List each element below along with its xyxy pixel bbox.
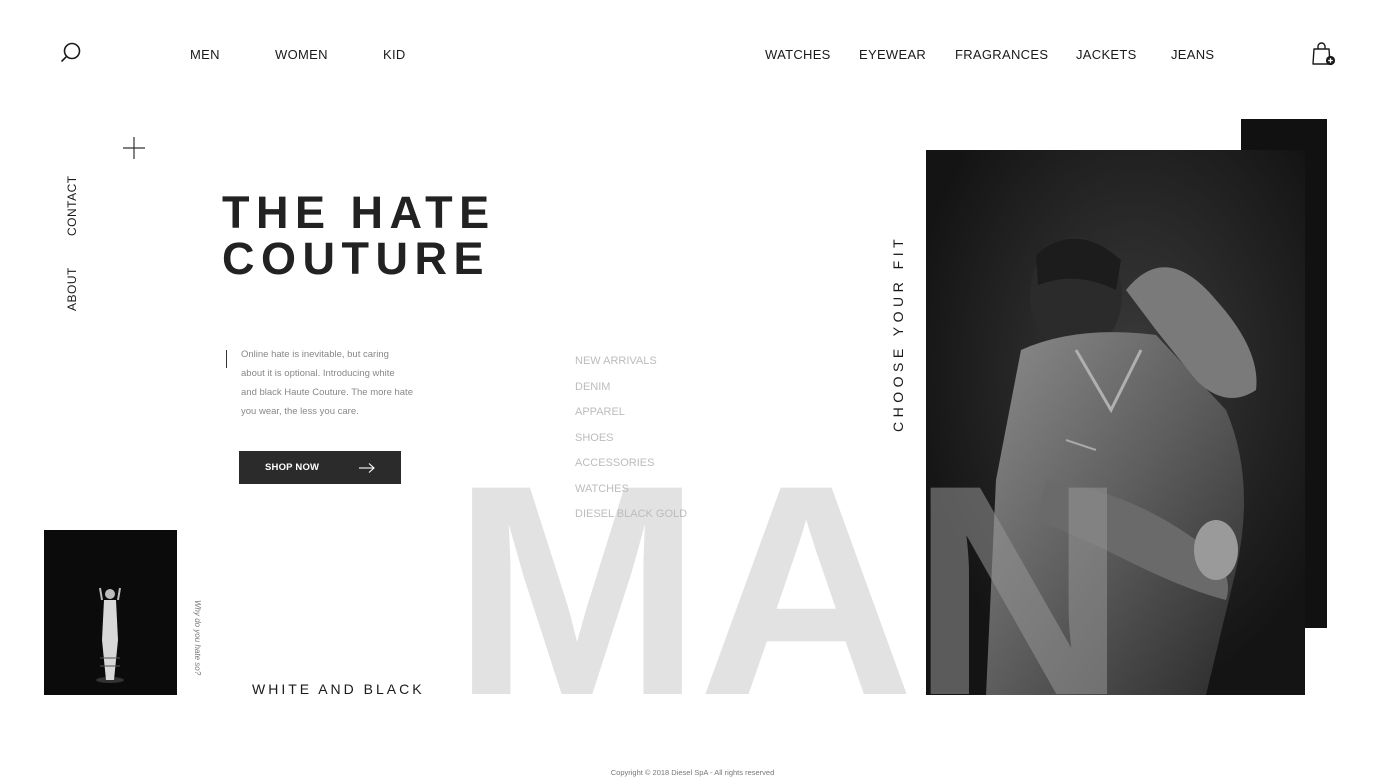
- nav-men[interactable]: MEN: [190, 47, 220, 62]
- choose-your-fit-label: CHOOSE YOUR FIT: [890, 234, 906, 432]
- hero-title-line-2: COUTURE: [222, 233, 490, 284]
- hero-model-image: [926, 150, 1305, 695]
- category-watches[interactable]: WATCHES: [575, 477, 687, 503]
- shop-now-label: SHOP NOW: [265, 462, 320, 473]
- search-icon[interactable]: [58, 40, 84, 66]
- nav-eyewear[interactable]: EYEWEAR: [859, 47, 926, 62]
- shop-now-button[interactable]: SHOP NOW: [239, 451, 401, 484]
- hero-title-line-1: THE HATE: [222, 187, 496, 238]
- nav-jackets[interactable]: JACKETS: [1076, 47, 1137, 62]
- nav-fragrances[interactable]: FRAGRANCES: [955, 47, 1048, 62]
- side-nav-about[interactable]: ABOUT: [65, 267, 79, 311]
- category-diesel-black-gold[interactable]: DIESEL BLACK GOLD: [575, 502, 687, 528]
- category-apparel[interactable]: APPAREL: [575, 400, 687, 426]
- nav-women[interactable]: WOMEN: [275, 47, 328, 62]
- small-model-image: [44, 530, 177, 695]
- category-accessories[interactable]: ACCESSORIES: [575, 451, 687, 477]
- category-denim[interactable]: DENIM: [575, 375, 687, 401]
- shopping-bag-add-icon[interactable]: [1309, 40, 1337, 68]
- nav-jeans[interactable]: JEANS: [1171, 47, 1214, 62]
- description-accent-bar: [226, 350, 227, 368]
- small-image-caption: Why do you hate so?: [193, 600, 202, 676]
- nav-kid[interactable]: KID: [383, 47, 406, 62]
- category-new-arrivals[interactable]: NEW ARRIVALS: [575, 349, 687, 375]
- side-nav-contact[interactable]: CONTACT: [65, 175, 79, 236]
- hero-description: Online hate is inevitable, but caring ab…: [241, 349, 413, 417]
- category-shoes[interactable]: SHOES: [575, 426, 687, 452]
- arrow-right-icon: [359, 462, 375, 473]
- category-list: NEW ARRIVALS DENIM APPAREL SHOES ACCESSO…: [575, 349, 687, 528]
- tagline: WHITE AND BLACK: [252, 681, 425, 697]
- copyright: Copyright © 2018 Diesel SpA - All rights…: [610, 768, 775, 777]
- nav-watches[interactable]: WATCHES: [765, 47, 831, 62]
- hero-title: THE HATE COUTURE: [222, 190, 522, 282]
- plus-icon[interactable]: [122, 136, 146, 160]
